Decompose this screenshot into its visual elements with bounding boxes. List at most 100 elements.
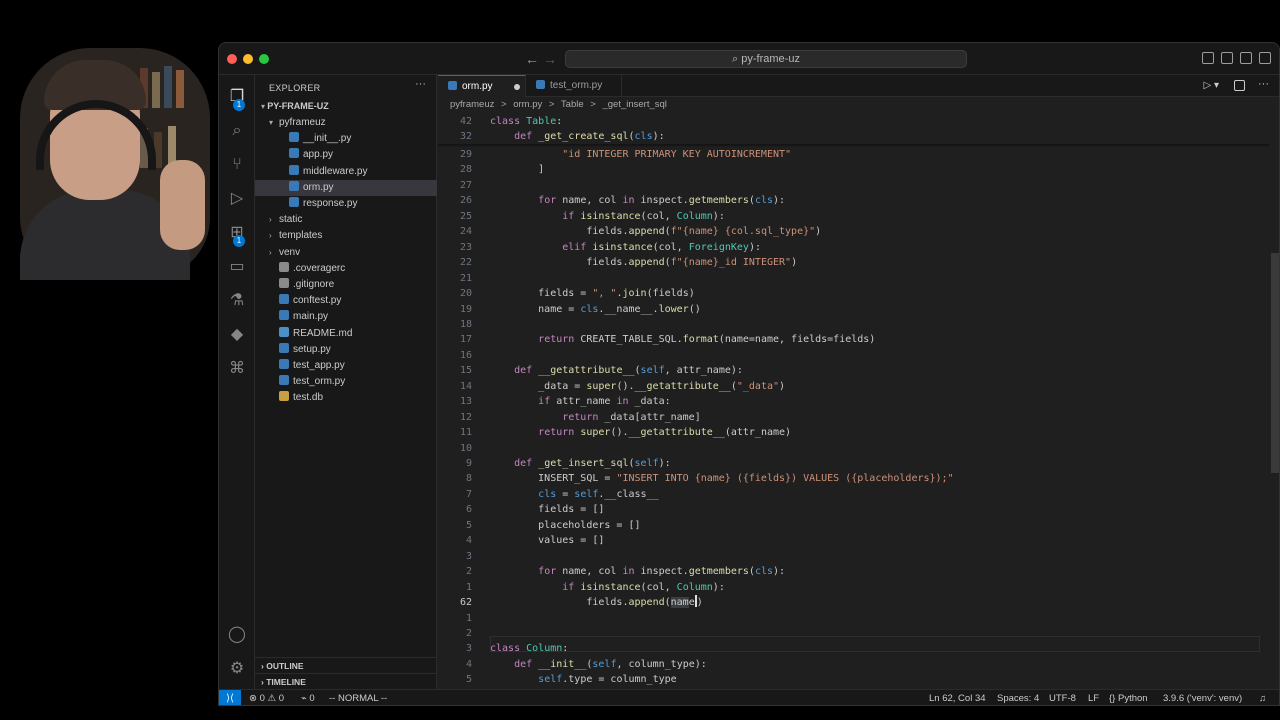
testing-flask-icon[interactable]: ⚗ — [227, 291, 247, 311]
breadcrumb-method[interactable]: _get_insert_sql — [602, 99, 666, 110]
editor-scrollbar[interactable] — [1269, 113, 1279, 689]
toggle-sidebar-icon[interactable] — [1202, 52, 1214, 64]
py-file-icon — [289, 132, 299, 143]
timeline-section[interactable]: › TIMELINE — [255, 673, 437, 689]
more-actions-icon[interactable]: ··· — [1258, 78, 1269, 90]
indentation[interactable]: Spaces: 4 — [997, 690, 1039, 705]
code-line[interactable]: for name, col in inspect.getmembers(cls)… — [490, 193, 785, 209]
manage-gear-icon[interactable]: ⚙ — [227, 659, 247, 679]
code-line[interactable]: for name, col in inspect.getmembers(cls)… — [490, 564, 785, 580]
code-line[interactable]: fields.append(f"{name}_id INTEGER") — [490, 255, 797, 271]
split-editor-icon[interactable] — [1234, 80, 1245, 91]
tree-item[interactable]: .gitignore — [255, 277, 437, 293]
line-number: 25 — [459, 210, 472, 222]
tree-item[interactable]: test_app.py — [255, 358, 437, 374]
minimize-window-button[interactable] — [243, 54, 253, 64]
code-line[interactable]: fields = [] — [490, 502, 604, 518]
breadcrumb-class[interactable]: Table — [561, 99, 584, 110]
code-line[interactable]: "id INTEGER PRIMARY KEY AUTOINCREMENT" — [490, 147, 791, 163]
code-line[interactable]: placeholders = [] — [490, 518, 640, 534]
outline-section[interactable]: › OUTLINE — [255, 657, 437, 673]
python-interpreter[interactable]: 3.9.6 ('venv': venv) — [1163, 690, 1242, 705]
forward-arrow-icon[interactable]: → — [543, 51, 557, 67]
code-line[interactable]: return _data[attr_name] — [490, 410, 700, 426]
tree-item[interactable]: .coveragerc — [255, 261, 437, 277]
command-center-search[interactable]: ⌕ py-frame-uz — [565, 50, 967, 68]
editor-window: ← → ⌕ py-frame-uz ❐ 1 ⌕ ⑂ ▷ ⊞ 1 ▭ ⚗ ◆ ⌘ … — [218, 42, 1280, 706]
search-icon[interactable]: ⌕ — [227, 121, 247, 141]
tree-item[interactable]: test_orm.py — [255, 374, 437, 390]
tree-item[interactable]: setup.py — [255, 342, 437, 358]
run-debug-icon[interactable]: ▷ — [227, 189, 247, 209]
code-line[interactable]: def __getattribute__(self, attr_name): — [490, 363, 743, 379]
tree-item[interactable]: main.py — [255, 309, 437, 325]
tree-item[interactable]: › venv — [255, 245, 437, 261]
tree-item[interactable]: __init__.py — [255, 131, 437, 147]
code-line[interactable]: fields = ", ".join(fields) — [490, 286, 695, 302]
run-python-icon[interactable]: ▷ ▾ — [1204, 80, 1220, 91]
code-line[interactable]: name = cls.__name__.lower() — [490, 302, 701, 318]
language-mode[interactable]: {} Python — [1109, 690, 1148, 705]
more-actions-icon[interactable]: ··· — [415, 78, 426, 90]
code-line[interactable]: ] — [490, 162, 544, 178]
scrollbar-thumb[interactable] — [1271, 253, 1279, 473]
notifications-bell-icon[interactable]: ♫ — [1259, 690, 1266, 705]
code-line[interactable]: elif isinstance(col, ForeignKey): — [490, 240, 761, 256]
tree-item[interactable]: README.md — [255, 326, 437, 342]
tree-item-label: middleware.py — [303, 165, 368, 177]
current-code-line[interactable]: fields.append(name) — [490, 595, 703, 611]
tree-item[interactable]: app.py — [255, 147, 437, 163]
code-line[interactable]: cls = self.__class__ — [490, 487, 658, 503]
code-line[interactable]: def _get_insert_sql(self): — [490, 456, 671, 472]
encoding[interactable]: UTF-8 — [1049, 690, 1076, 705]
code-line[interactable]: if isinstance(col, Column): — [490, 580, 725, 596]
tab-orm-py[interactable]: orm.py — [438, 75, 526, 97]
tree-item[interactable]: middleware.py — [255, 164, 437, 180]
back-arrow-icon[interactable]: ← — [525, 51, 539, 67]
code-line[interactable]: INSERT_SQL = "INSERT INTO {name} ({field… — [490, 471, 953, 487]
code-line[interactable]: fields.append(f"{name} {col.sql_type}") — [490, 224, 821, 240]
customize-layout-icon[interactable] — [1259, 52, 1271, 64]
tree-item[interactable]: › static — [255, 212, 437, 228]
tab-test-orm-py[interactable]: test_orm.py — [526, 75, 622, 97]
breadcrumb-folder[interactable]: pyframeuz — [450, 99, 494, 110]
code-line[interactable]: def __init__(self, column_type): — [490, 657, 707, 673]
account-icon[interactable]: ◯ — [227, 625, 247, 645]
tree-item[interactable]: orm.py — [255, 179, 437, 196]
problems-status[interactable]: ⊗ 0 ⚠ 0 — [249, 690, 284, 705]
close-window-button[interactable] — [227, 54, 237, 64]
code-line[interactable]: class Column: — [490, 641, 568, 657]
line-endings[interactable]: LF — [1088, 690, 1099, 705]
code-editor[interactable]: 42 class Table: 32 def _get_create_sql(cls… — [438, 113, 1279, 689]
code-line[interactable]: if attr_name in _data: — [490, 394, 670, 410]
tree-item-label: response.py — [303, 198, 358, 209]
maximize-window-button[interactable] — [259, 54, 269, 64]
code-line[interactable]: return super().__getattribute__(attr_nam… — [490, 425, 791, 441]
workspace-root[interactable]: ▾ PY-FRAME-UZ — [255, 97, 437, 115]
code-line[interactable]: values = [] — [490, 533, 604, 549]
line-number: 12 — [459, 411, 472, 423]
ports-status[interactable]: ⌁ 0 — [301, 690, 315, 705]
docker-icon[interactable]: ◆ — [227, 325, 247, 345]
cursor-position[interactable]: Ln 62, Col 34 — [929, 690, 986, 705]
code-line[interactable]: self.type = column_type — [490, 672, 676, 688]
code-line[interactable]: if isinstance(col, Column): — [490, 209, 725, 225]
py-file-icon — [289, 148, 299, 159]
code-line[interactable]: def _get_create_sql(cls): — [490, 129, 665, 145]
remote-explorer-icon[interactable]: ▭ — [227, 257, 247, 277]
breadcrumb-file[interactable]: orm.py — [513, 99, 542, 110]
unsaved-dot-icon[interactable] — [514, 84, 520, 90]
remote-indicator-icon[interactable]: ⟩⟨ — [219, 690, 241, 705]
code-line[interactable]: _data = super().__getattribute__("_data"… — [490, 379, 785, 395]
toggle-secondary-sidebar-icon[interactable] — [1240, 52, 1252, 64]
tree-item[interactable]: conftest.py — [255, 293, 437, 309]
tree-item[interactable]: › templates — [255, 228, 437, 244]
search-replace-icon[interactable]: ⌘ — [227, 359, 247, 379]
tree-item[interactable]: test.db — [255, 390, 437, 406]
toggle-panel-icon[interactable] — [1221, 52, 1233, 64]
tree-item[interactable]: ▾ pyframeuz — [255, 115, 437, 131]
source-control-icon[interactable]: ⑂ — [227, 155, 247, 175]
tree-item[interactable]: response.py — [255, 196, 437, 212]
code-line[interactable]: class Table: — [490, 114, 562, 130]
code-line[interactable]: return CREATE_TABLE_SQL.format(name=name… — [490, 332, 875, 348]
